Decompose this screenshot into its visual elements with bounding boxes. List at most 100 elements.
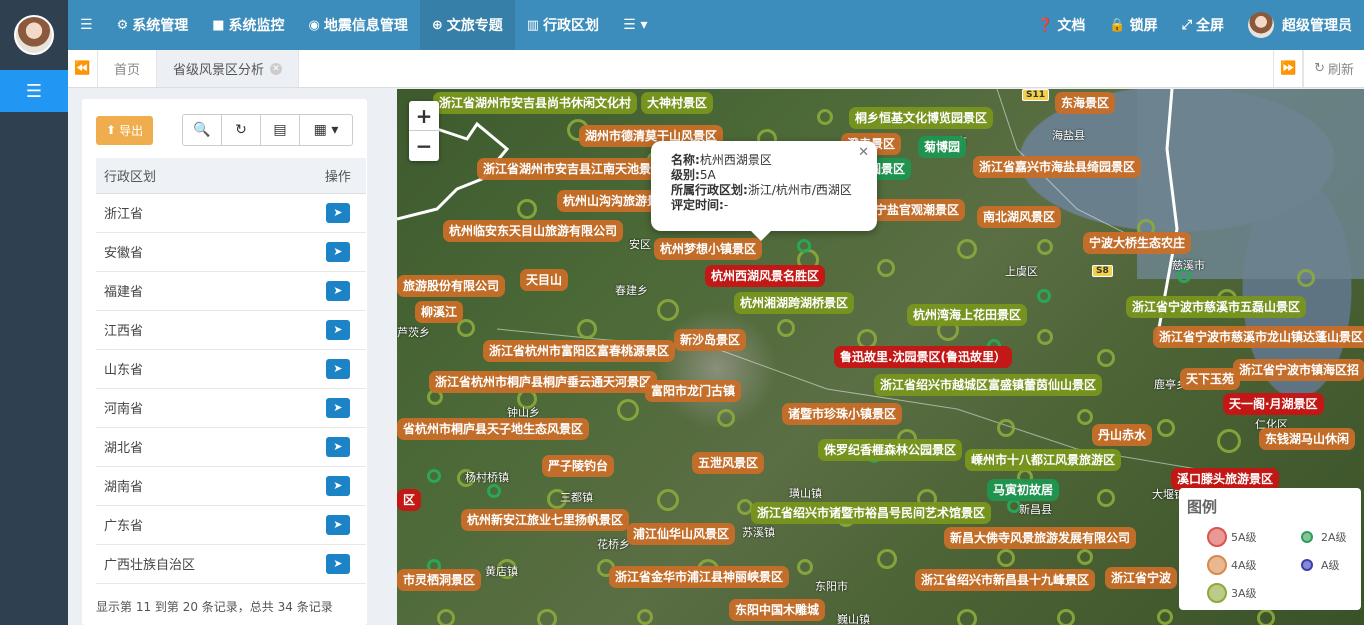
scenic-label[interactable]: 杭州梦想小镇景区 [654,238,763,260]
scenic-label[interactable]: 省杭州市桐庐县天子地生态风景区 [397,418,590,440]
scenic-label[interactable]: 东海景区 [1055,92,1116,114]
locate-button[interactable]: ➤ [325,397,350,418]
scenic-marker[interactable] [797,559,813,575]
scenic-marker-2a[interactable] [487,484,501,498]
scenic-label[interactable]: 大神村景区 [641,92,714,114]
scenic-label[interactable]: 浙江省绍兴市越城区富盛镇蕾茵仙山景区 [874,374,1103,396]
scenic-marker[interactable] [1077,549,1093,565]
nav-item-system-admin[interactable]: ⚙ 系统管理 [105,0,201,50]
scenic-label[interactable]: 严子陵钓台 [542,455,615,477]
scenic-label[interactable]: 柳溪江 [415,301,464,323]
scenic-marker[interactable] [577,319,597,339]
locate-button[interactable]: ➤ [325,319,350,340]
scenic-label[interactable]: 杭州新安江旅业七里扬帆景区 [461,509,630,531]
scenic-marker[interactable] [997,549,1015,567]
scenic-label[interactable]: 新昌大佛寺风景旅游发展有限公司 [944,527,1137,549]
scenic-label[interactable]: 侏罗纪香榧森林公园景区 [818,439,963,461]
scenic-marker[interactable] [1097,349,1115,367]
refresh-table-button[interactable]: ↻ [222,115,261,145]
scenic-marker-2a[interactable] [427,469,441,483]
scenic-marker[interactable] [1217,429,1241,453]
scenic-label[interactable]: 东阳中国木雕城 [729,599,826,621]
scenic-marker[interactable] [1297,269,1315,287]
tab-home[interactable]: 首页 [98,50,158,87]
scenic-label[interactable]: 新沙岛景区 [674,329,747,351]
scenic-label[interactable]: 马寅初故居 [987,479,1060,501]
fullscreen-button[interactable]: ⤢ 全屏 [1170,0,1236,50]
scenic-label[interactable]: 东钱湖马山休闲 [1259,428,1356,450]
scenic-marker[interactable] [1157,419,1175,437]
scenic-marker[interactable] [877,259,895,277]
scenic-label[interactable]: 浙江省宁波市慈溪市五磊山景区 [1126,296,1307,318]
scenic-label[interactable]: 桐乡恒基文化博览园景区 [849,107,994,129]
scenic-marker[interactable] [617,399,639,421]
scenic-marker[interactable] [817,109,833,125]
scenic-marker-2a[interactable] [1037,289,1051,303]
refresh-button[interactable]: ↻ 刷新 [1303,50,1364,87]
scenic-label[interactable]: 浙江省宁波 [1105,567,1178,589]
scenic-label[interactable]: 嵊州市十八都江风景旅游区 [965,449,1122,471]
nav-item-culture-tourism[interactable]: ⊕ 文旅专题 [419,0,515,50]
tabs-scroll-right-button[interactable]: ⏩ [1273,50,1304,87]
locate-button[interactable]: ➤ [325,514,350,535]
scenic-label[interactable]: 宁波大桥生态农庄 [1083,232,1192,254]
scenic-label[interactable]: 浙江省杭州市富阳区富春桃源景区 [483,340,676,362]
scenic-label[interactable]: 旅游股份有限公司 [397,275,506,297]
popup-close-icon[interactable]: ✕ [858,145,869,160]
locate-button[interactable]: ➤ [325,553,350,574]
scenic-marker[interactable] [1257,609,1275,625]
export-button[interactable]: ⬆ 导出 [96,115,154,145]
scenic-label[interactable]: 杭州临安东天目山旅游有限公司 [443,220,624,242]
search-button[interactable]: 🔍 [183,115,222,145]
map-view[interactable]: 宁市海盐县慈溪市上虞区安区春建乡芦茨乡钟山乡杨村桥镇三都镇花桥乡黄店镇鹿亭乡大堰… [397,89,1364,625]
scenic-marker[interactable] [1057,609,1075,625]
menu-toggle-button[interactable]: ☰ [0,70,68,112]
tab-close-icon[interactable]: ✕ [270,62,283,75]
nav-more-dropdown[interactable]: ☰ ▾ [611,0,659,50]
user-menu[interactable]: 超级管理员 [1236,0,1364,50]
avatar[interactable] [14,15,54,55]
scenic-marker[interactable] [777,319,795,337]
locate-button[interactable]: ➤ [325,241,350,262]
zoom-out-button[interactable]: − [409,131,439,161]
zoom-in-button[interactable]: + [409,101,439,131]
toggle-view-button[interactable]: ▤ [261,115,300,145]
scenic-label[interactable]: 浙江省宁波市慈溪市龙山镇达蓬山景区 [1153,326,1364,348]
scenic-marker[interactable] [437,609,455,625]
scenic-marker[interactable] [997,419,1015,437]
scenic-label[interactable]: 浙江省绍兴市新昌县十九峰景区 [915,569,1096,591]
scenic-label[interactable]: 浦江仙华山风景区 [627,523,736,545]
scenic-label[interactable]: 鲁迅故里.沈园景区(鲁迅故里） [834,346,1013,368]
tabs-scroll-left-button[interactable]: ⏪ [68,50,98,87]
scenic-marker-2a[interactable] [797,239,811,253]
scenic-label[interactable]: 浙江省湖州市安吉县江南天池景 [477,158,658,180]
scenic-label[interactable]: 南北湖风景区 [977,206,1062,228]
scenic-marker[interactable] [537,609,557,625]
scenic-label[interactable]: 区 [397,489,422,511]
scenic-marker[interactable] [1037,329,1053,345]
locate-button[interactable]: ➤ [325,202,350,223]
docs-button[interactable]: ❓ 文档 [1025,0,1097,50]
scenic-label[interactable]: 浙江省绍兴市诸暨市裕昌号民间艺术馆景区 [751,502,992,524]
scenic-label[interactable]: 天一阁·月湖景区 [1223,393,1324,415]
locate-button[interactable]: ➤ [325,475,350,496]
scenic-label[interactable]: 浙江省金华市浦江县神丽峡景区 [609,566,790,588]
tab-scenic-analysis[interactable]: 省级风景区分析 ✕ [157,50,300,87]
scenic-label[interactable]: 浙江省杭州市桐庐县桐庐垂云通天河景区 [429,371,658,393]
scenic-marker[interactable] [1077,409,1093,425]
scenic-label[interactable]: 市灵栖洞景区 [397,569,482,591]
scenic-label[interactable]: 浙江省宁波市镇海区招 [1233,359,1364,381]
scenic-label[interactable]: 杭州山沟沟旅游景 [557,190,666,212]
scenic-marker[interactable] [517,199,537,219]
scenic-label[interactable]: 富阳市龙门古镇 [645,380,742,402]
nav-item-admin-division[interactable]: ▥ 行政区划 [515,0,611,50]
scenic-label[interactable]: 杭州湘湖跨湖桥景区 [734,292,855,314]
scenic-marker[interactable] [957,609,977,625]
lock-screen-button[interactable]: 🔒 锁屏 [1097,0,1169,50]
locate-button[interactable]: ➤ [325,358,350,379]
scenic-label[interactable]: 浙江省嘉兴市海盐县绮园景区 [973,156,1142,178]
scenic-label[interactable]: 宁盐官观潮景区 [869,199,966,221]
scenic-label[interactable]: 天目山 [520,269,569,291]
scenic-marker[interactable] [1097,489,1115,507]
scenic-label[interactable]: 杭州湾海上花田景区 [907,304,1028,326]
